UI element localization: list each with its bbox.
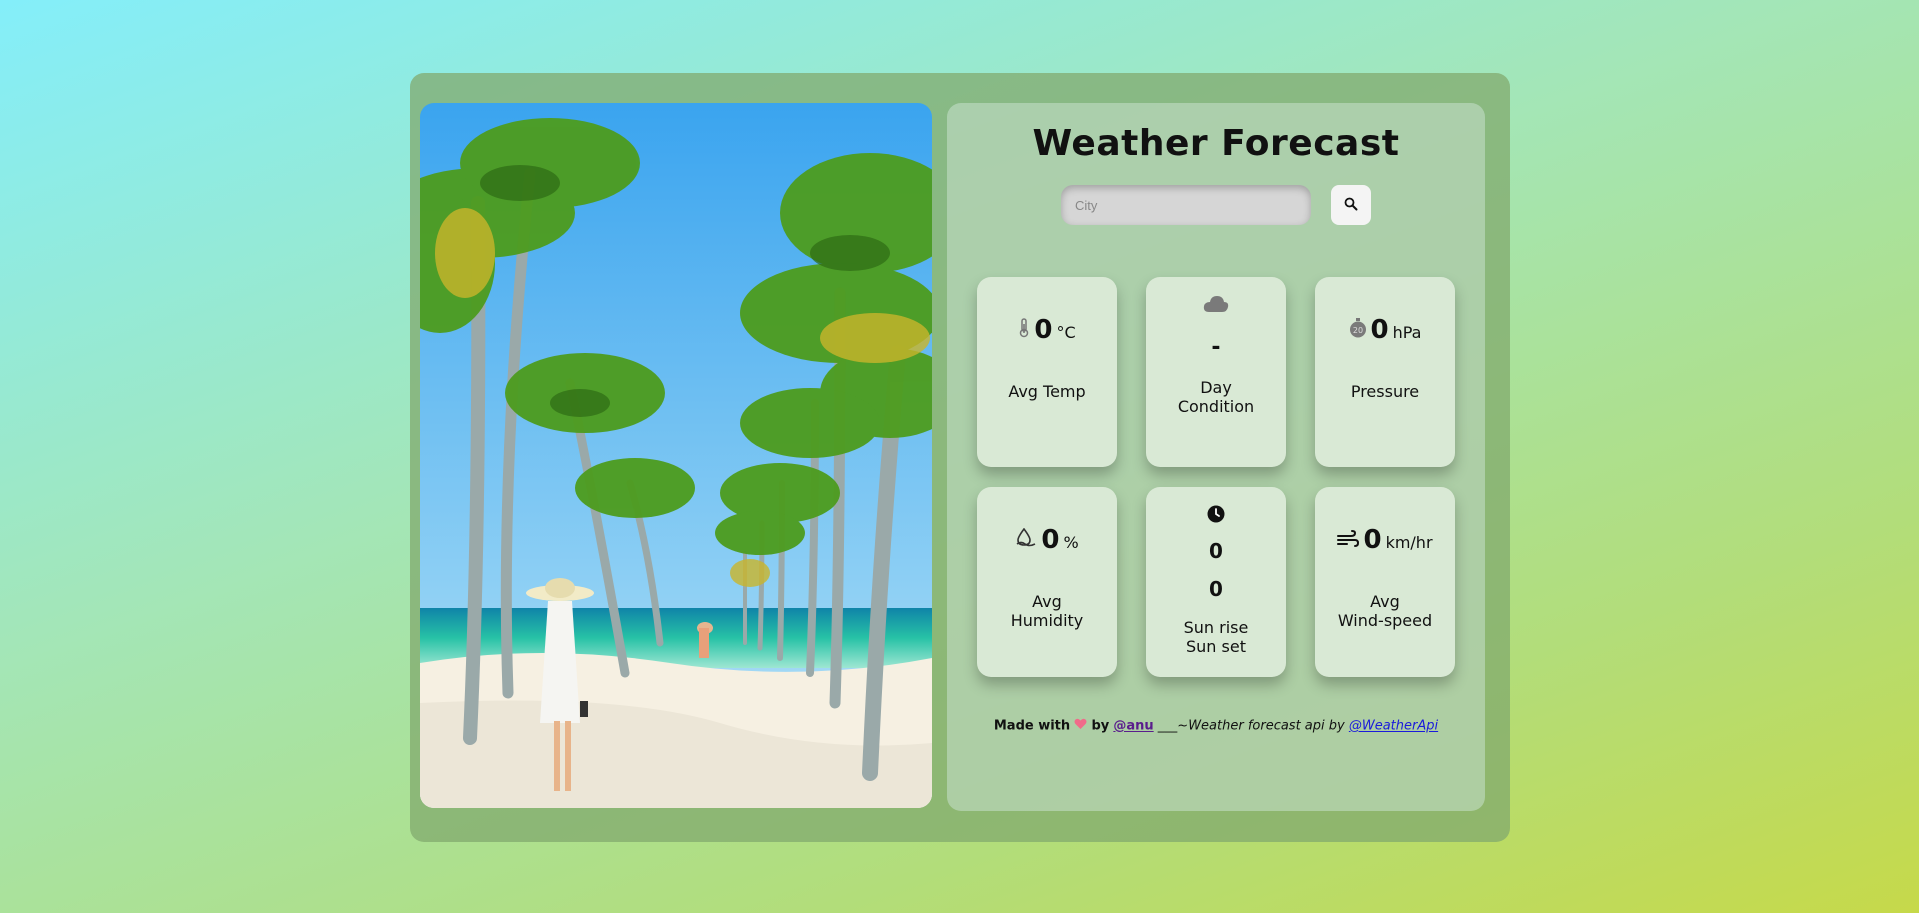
- author-link[interactable]: @anu: [1113, 719, 1153, 734]
- avg-humidity-label-line1: Avg: [1032, 592, 1062, 611]
- footer: Made with by @anu ___~Weather forecast a…: [947, 718, 1485, 734]
- sunrise-value: 0: [1209, 539, 1223, 563]
- beach-illustration: [420, 103, 932, 808]
- footer-by: by: [1091, 718, 1110, 734]
- cloud-icon: [1203, 295, 1229, 317]
- page-title: Weather Forecast: [1032, 123, 1400, 164]
- heart-icon: [1074, 718, 1087, 734]
- avg-temp-card: 0 °C Avg Temp: [977, 277, 1117, 467]
- svg-text:20: 20: [1352, 326, 1362, 335]
- pressure-unit: hPa: [1392, 323, 1422, 342]
- sunset-value: 0: [1209, 577, 1223, 601]
- avg-humidity-card: 0 % Avg Humidity: [977, 487, 1117, 677]
- pressure-label: Pressure: [1350, 382, 1420, 401]
- humidity-icon: [1015, 527, 1037, 552]
- gauge-icon: 20: [1349, 318, 1367, 342]
- sunset-label: Sun set: [1186, 637, 1246, 656]
- wind-label-line1: Avg: [1370, 592, 1400, 611]
- search-icon: [1344, 197, 1358, 214]
- city-search-input[interactable]: [1061, 185, 1311, 225]
- wind-icon: [1337, 530, 1360, 552]
- app-container: Weather Forecast 0: [410, 73, 1510, 842]
- footer-api-text: Weather forecast api by: [1188, 718, 1349, 734]
- pressure-card: 20 0 hPa Pressure: [1315, 277, 1455, 467]
- avg-temp-value: 0: [1034, 315, 1053, 345]
- clock-icon: [1207, 505, 1225, 527]
- thermometer-icon: [1018, 318, 1030, 342]
- footer-separator: ___~: [1153, 718, 1189, 734]
- sun-card: 0 0 Sun rise Sun set: [1146, 487, 1286, 677]
- wind-value: 0: [1363, 525, 1382, 555]
- avg-temp-label: Avg Temp: [1008, 382, 1086, 401]
- day-condition-label-line1: Day: [1200, 378, 1232, 397]
- wind-card: 0 km/hr Avg Wind-speed: [1315, 487, 1455, 677]
- wind-label-line2: Wind-speed: [1337, 611, 1433, 630]
- weather-panel: Weather Forecast 0: [947, 103, 1485, 811]
- avg-humidity-value: 0: [1041, 525, 1060, 555]
- avg-temp-unit: °C: [1056, 323, 1076, 342]
- search-button[interactable]: [1331, 185, 1371, 225]
- avg-humidity-label-line2: Humidity: [1010, 611, 1084, 630]
- avg-humidity-unit: %: [1063, 533, 1079, 552]
- sunrise-label: Sun rise: [1183, 618, 1249, 637]
- day-condition-value: -: [1211, 335, 1221, 360]
- footer-made-with: Made with: [993, 718, 1071, 734]
- pressure-value: 0: [1370, 315, 1389, 345]
- day-condition-label-line2: Condition: [1177, 397, 1255, 416]
- day-condition-card: - Day Condition: [1146, 277, 1286, 467]
- wind-unit: km/hr: [1385, 533, 1433, 552]
- weather-api-link[interactable]: @WeatherApi: [1349, 719, 1438, 734]
